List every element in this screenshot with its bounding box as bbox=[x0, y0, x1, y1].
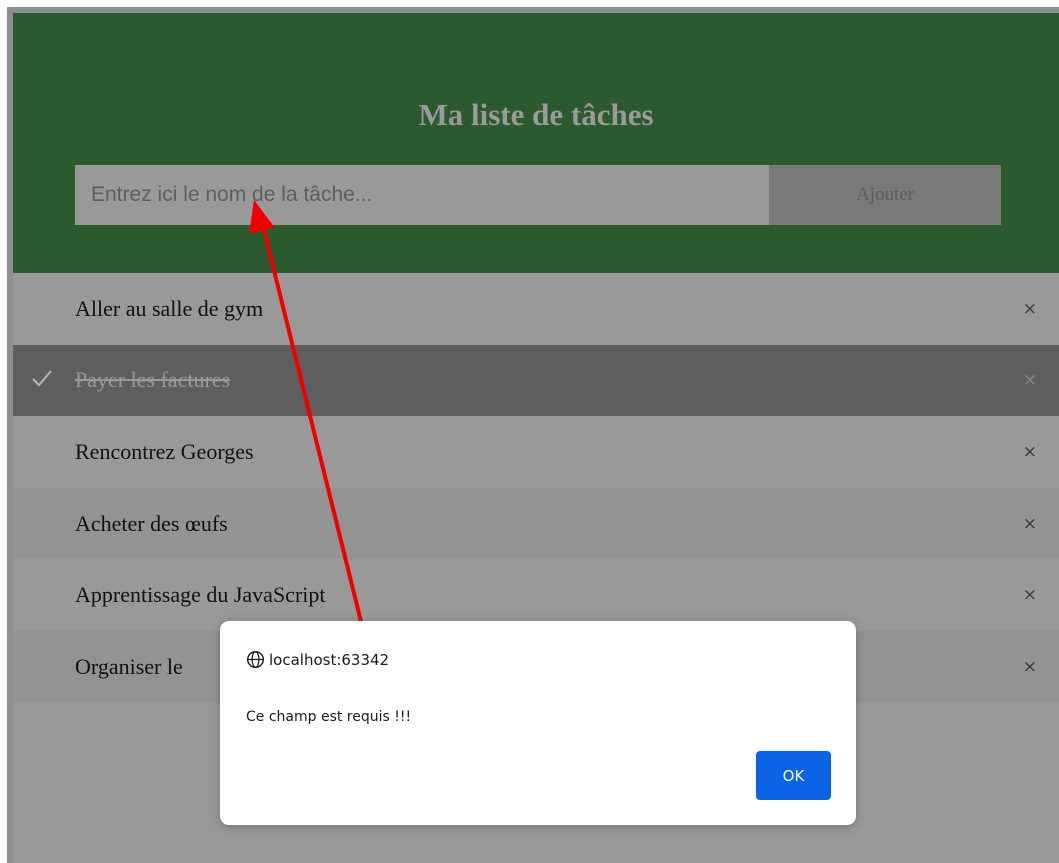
page-title: Ma liste de tâches bbox=[418, 97, 654, 132]
close-icon[interactable]: × bbox=[1023, 299, 1037, 319]
task-item[interactable]: Rencontrez Georges × bbox=[13, 416, 1059, 488]
close-icon[interactable]: × bbox=[1023, 585, 1037, 605]
dialog-message: Ce champ est requis !!! bbox=[246, 709, 412, 725]
check-icon bbox=[32, 370, 52, 387]
task-label: Apprentissage du JavaScript bbox=[75, 582, 326, 608]
globe-icon bbox=[246, 650, 265, 669]
close-icon[interactable]: × bbox=[1023, 657, 1037, 677]
task-item[interactable]: Aller au salle de gym × bbox=[13, 273, 1059, 345]
task-item[interactable]: Acheter des œufs × bbox=[13, 487, 1059, 560]
task-label: Acheter des œufs bbox=[75, 510, 228, 536]
dialog-origin: localhost:63342 bbox=[246, 650, 389, 669]
close-icon[interactable]: × bbox=[1023, 514, 1037, 534]
task-name-input[interactable] bbox=[75, 165, 769, 225]
close-icon[interactable]: × bbox=[1023, 370, 1037, 390]
close-icon[interactable]: × bbox=[1023, 442, 1037, 462]
task-item-checked[interactable]: Payer les factures × bbox=[13, 344, 1059, 417]
dialog-origin-text: localhost:63342 bbox=[269, 650, 390, 669]
task-label: Aller au salle de gym bbox=[75, 295, 264, 321]
ok-button[interactable]: OK bbox=[756, 751, 831, 800]
task-label: Rencontrez Georges bbox=[75, 438, 254, 464]
app-header: Ma liste de tâches Ajouter bbox=[13, 13, 1059, 273]
task-label: Organiser le bbox=[75, 653, 183, 679]
add-task-button[interactable]: Ajouter bbox=[769, 165, 1001, 225]
alert-dialog: localhost:63342 Ce champ est requis !!! … bbox=[220, 621, 856, 825]
task-label: Payer les factures bbox=[75, 367, 231, 393]
